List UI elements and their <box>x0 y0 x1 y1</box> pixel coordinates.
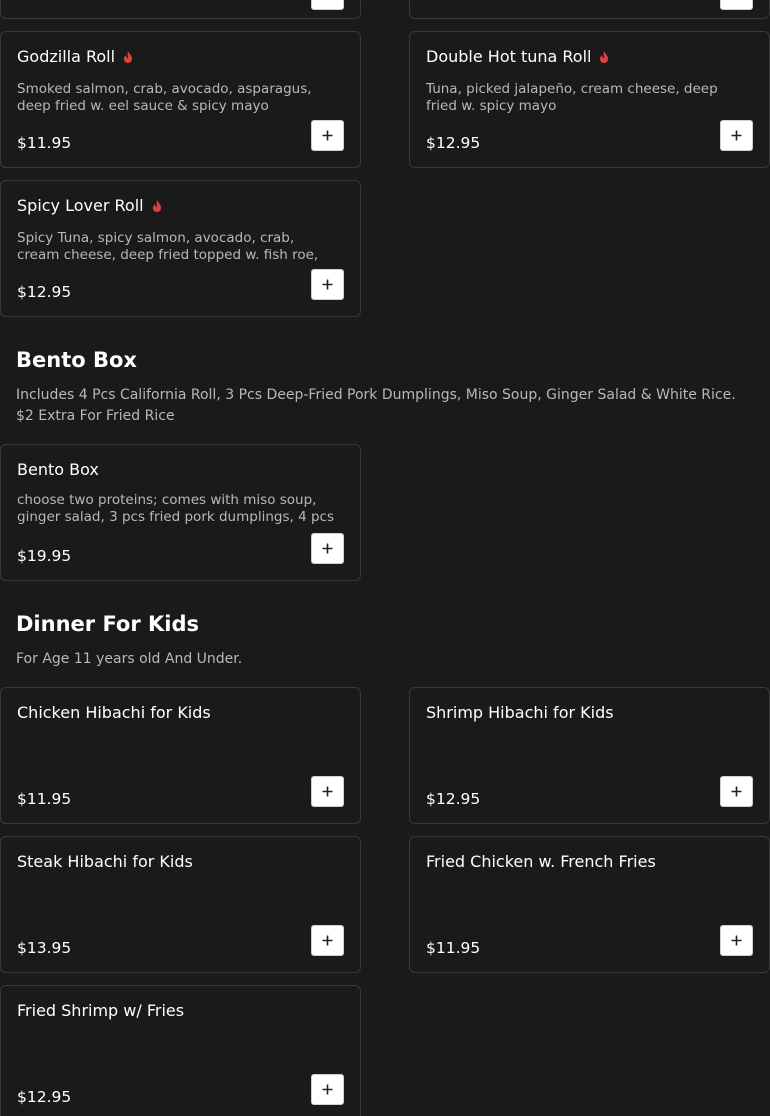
menu-item-card[interactable]: Spicy Lover Roll Spicy Tuna, spicy salmo… <box>0 180 361 317</box>
plus-icon <box>322 543 333 554</box>
add-item-button[interactable] <box>311 0 344 10</box>
menu-item-card[interactable]: Fried Chicken w. French Fries $11.95 <box>409 836 770 973</box>
menu-item-price: $12.95 <box>17 283 72 301</box>
menu-item-name: Steak Hibachi for Kids <box>17 852 193 871</box>
menu-item-price: $12.95 <box>426 790 481 808</box>
menu-item-price: $11.95 <box>426 939 481 957</box>
menu-item-name: Double Hot tuna Roll <box>426 47 592 66</box>
add-item-button[interactable] <box>311 925 344 956</box>
menu-item-name: Chicken Hibachi for Kids <box>17 703 211 722</box>
menu-item-name: Godzilla Roll <box>17 47 116 66</box>
menu-item-price: $19.95 <box>17 547 72 565</box>
menu-item-card[interactable]: Shrimp Hibachi for Kids $12.95 <box>409 687 770 824</box>
menu-item-name-row: Spicy Lover Roll <box>17 195 164 217</box>
section-description: Includes 4 Pcs California Roll, 3 Pcs De… <box>16 387 736 424</box>
menu-item-price: $13.95 <box>17 939 72 957</box>
menu-item-name-row: Godzilla Roll <box>17 46 135 68</box>
menu-item-name: Spicy Lover Roll <box>17 196 144 215</box>
section-title: Bento Box <box>16 348 137 372</box>
menu-item-name: Fried Shrimp w/ Fries <box>17 1001 185 1020</box>
menu-item-price: $11.95 <box>17 790 72 808</box>
plus-icon <box>731 130 742 141</box>
add-item-button[interactable] <box>311 269 344 300</box>
menu-item-card[interactable]: Chicken Hibachi for Kids $11.95 <box>0 687 361 824</box>
plus-icon <box>731 786 742 797</box>
menu-item-name-row: Fried Shrimp w/ Fries <box>17 1000 184 1022</box>
flame-icon <box>600 51 609 63</box>
menu-item-card-partial[interactable] <box>0 0 361 19</box>
menu-item-price: $12.95 <box>17 1088 72 1106</box>
plus-icon <box>322 1084 333 1095</box>
add-item-button[interactable] <box>311 1074 344 1105</box>
flame-icon <box>124 51 133 63</box>
menu-item-card[interactable]: Steak Hibachi for Kids $13.95 <box>0 836 361 973</box>
menu-item-price: $11.95 <box>17 134 72 152</box>
plus-icon <box>322 279 333 290</box>
add-item-button[interactable] <box>311 776 344 807</box>
menu-item-card-partial[interactable] <box>409 0 770 19</box>
plus-icon <box>322 786 333 797</box>
plus-icon <box>322 935 333 946</box>
menu-item-name-row: Bento Box <box>17 459 99 481</box>
add-item-button[interactable] <box>311 533 344 564</box>
flame-icon <box>152 200 161 212</box>
menu-item-description: Tuna, picked jalapeño, cream cheese, dee… <box>426 81 718 114</box>
menu-item-name-row: Chicken Hibachi for Kids <box>17 702 211 724</box>
plus-icon <box>731 935 742 946</box>
menu-item-description: Smoked salmon, crab, avocado, asparagus,… <box>17 81 312 114</box>
section-title: Dinner For Kids <box>16 612 200 636</box>
menu-item-name: Bento Box <box>17 460 99 479</box>
menu-item-card[interactable]: Bento Box choose two proteins; comes wit… <box>0 444 361 581</box>
menu-item-name-row: Shrimp Hibachi for Kids <box>426 702 614 724</box>
add-item-button[interactable] <box>720 776 753 807</box>
plus-icon <box>322 130 333 141</box>
menu-item-name: Fried Chicken w. French Fries <box>426 852 656 871</box>
menu-item-card[interactable]: Godzilla Roll Smoked salmon, crab, avoca… <box>0 31 361 168</box>
add-item-button[interactable] <box>720 925 753 956</box>
menu-item-name-row: Steak Hibachi for Kids <box>17 851 193 873</box>
menu-item-name: Shrimp Hibachi for Kids <box>426 703 614 722</box>
menu-item-price: $12.95 <box>426 134 481 152</box>
add-item-button[interactable] <box>311 120 344 151</box>
add-item-button[interactable] <box>720 120 753 151</box>
section-description: For Age 11 years old And Under. <box>16 651 243 667</box>
menu-item-description: Spicy Tuna, spicy salmon, avocado, crab,… <box>17 230 319 263</box>
menu-page: Godzilla Roll Smoked salmon, crab, avoca… <box>0 0 770 1116</box>
menu-item-name-row: Double Hot tuna Roll <box>426 46 611 68</box>
add-item-button[interactable] <box>720 0 753 10</box>
menu-item-card[interactable]: Double Hot tuna Roll Tuna, picked jalape… <box>409 31 770 168</box>
menu-item-card[interactable]: Fried Shrimp w/ Fries $12.95 <box>0 985 361 1116</box>
menu-item-name-row: Fried Chicken w. French Fries <box>426 851 656 873</box>
menu-item-description: choose two proteins; comes with miso sou… <box>17 492 334 525</box>
